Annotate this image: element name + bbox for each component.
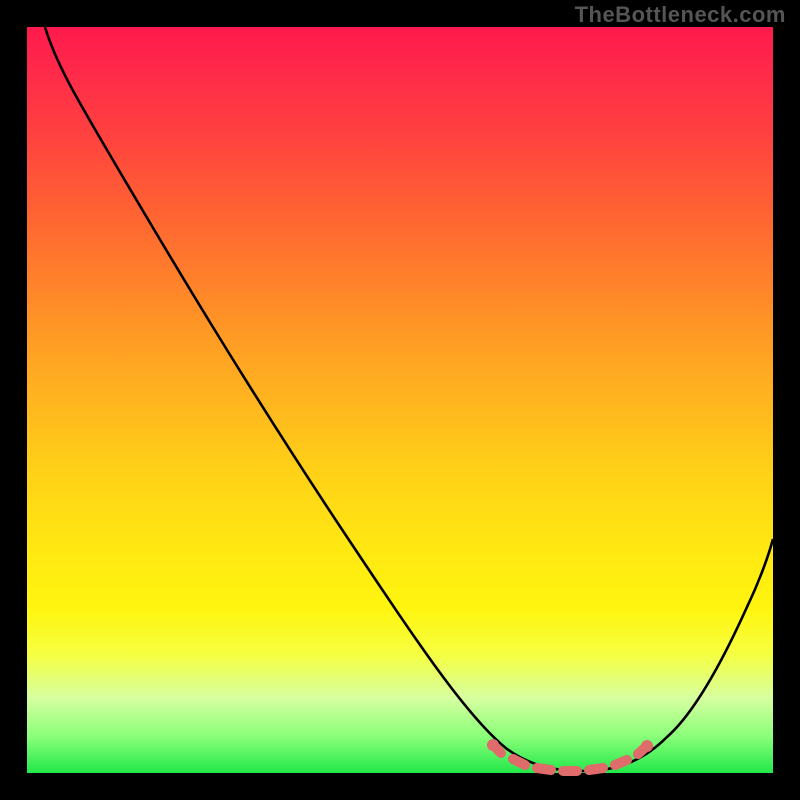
chart-svg [27,27,773,773]
plot-area [27,27,773,773]
optimal-range-markers [493,745,647,771]
branding-text: TheBottleneck.com [575,2,786,28]
chart-frame: TheBottleneck.com [0,0,800,800]
marker-dot-left [487,739,499,751]
marker-dot-right [641,740,653,752]
bottleneck-curve [45,27,773,771]
